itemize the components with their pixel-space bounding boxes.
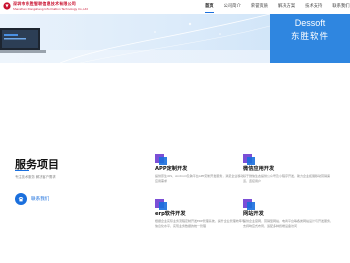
nav-item-solutions[interactable]: 解决方案	[278, 0, 295, 14]
wechat-icon	[243, 154, 255, 165]
service-card-web[interactable]: 网站开发 提供企业官网、营销型网站、电商平台等各类网站设计与开发服务，支持响应式…	[243, 199, 333, 228]
card-desc: 提供原生iOS、Android及跨平台APP定制开发服务，满足企业移动应用需求	[155, 174, 244, 183]
erp-icon	[155, 199, 167, 210]
card-title[interactable]: erp软件开发	[155, 211, 245, 218]
app-icon	[155, 154, 167, 165]
nav-item-honors[interactable]: 荣誉资质	[251, 0, 268, 14]
service-card-wechat[interactable]: 微信应用开发 基于微信生态提供公众号及小程序开发，助力企业拓展移动营销渠道，连接…	[243, 154, 333, 183]
card-title[interactable]: 微信应用开发	[243, 166, 333, 173]
card-title[interactable]: 网站开发	[243, 211, 333, 218]
banner-decoration	[60, 14, 270, 63]
card-desc: 根据企业实际业务流程定制开发ERP管理系统，提升企业管理效率与信息化水平，实现业…	[155, 219, 245, 228]
brand-name-en: Dessoft	[294, 18, 326, 28]
nav-item-home[interactable]: 首页	[205, 0, 214, 14]
brand-panel: Dessoft 东胜软件	[270, 14, 350, 63]
company-name[interactable]: 深圳市东胜智联信息技术有限公司	[13, 1, 76, 6]
brand-name-cn: 东胜软件	[290, 32, 329, 42]
card-desc: 提供企业官网、营销型网站、电商平台等各类网站设计与开发服务，支持响应式布局，适配…	[243, 219, 334, 228]
service-card-app[interactable]: APP定制开发 提供原生iOS、Android及跨平台APP定制开发服务，满足企…	[155, 154, 245, 183]
section-title-underline	[15, 170, 29, 171]
nav-item-contact[interactable]: 联系我们	[332, 0, 349, 14]
site-header: 深圳市东胜智联信息技术有限公司 Shenzhen Dongsheng Infor…	[0, 0, 350, 14]
section-subtitle: 专注技术服务 解决客户需求	[15, 175, 56, 179]
contact-label[interactable]: 联系我们	[31, 196, 49, 202]
web-icon	[243, 199, 255, 210]
company-logo-icon[interactable]	[3, 2, 11, 10]
nav-item-about[interactable]: 公司简介	[224, 0, 241, 14]
card-desc: 基于微信生态提供公众号及小程序开发，助力企业拓展移动营销渠道，连接用户	[243, 174, 331, 183]
company-name-en: Shenzhen Dongsheng Information Technolog…	[13, 7, 88, 11]
service-card-erp[interactable]: erp软件开发 根据企业实际业务流程定制开发ERP管理系统，提升企业管理效率与信…	[155, 199, 245, 228]
card-title[interactable]: APP定制开发	[155, 166, 245, 173]
nav-item-support[interactable]: 技术支持	[305, 0, 322, 14]
contact-link[interactable]: 联系我们	[15, 193, 49, 205]
laptop-illustration-icon	[0, 28, 46, 53]
main-nav: 首页 公司简介 荣誉资质 解决方案 技术支持 联系我们	[205, 0, 350, 14]
phone-icon	[15, 193, 27, 205]
